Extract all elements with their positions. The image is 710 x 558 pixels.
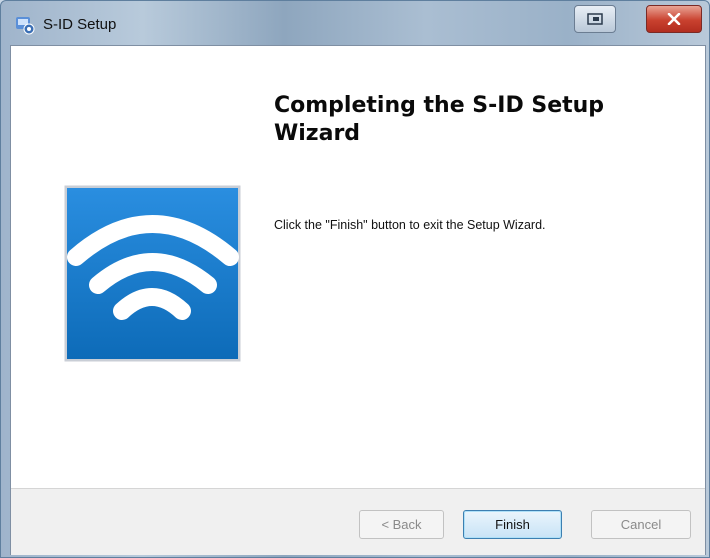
close-button[interactable]: [646, 5, 702, 33]
setup-window: S-ID Setup Completing the S-ID Setup Wiz…: [0, 0, 710, 558]
window-title: S-ID Setup: [43, 16, 117, 33]
wizard-content: Completing the S-ID Setup Wizard Click t…: [10, 45, 706, 555]
title-bar[interactable]: S-ID Setup: [1, 1, 709, 45]
restore-button[interactable]: [574, 5, 616, 33]
page-title: Completing the S-ID Setup Wizard: [274, 93, 605, 146]
button-bar: < Back Finish Cancel: [11, 488, 705, 555]
installer-app-icon: [15, 15, 35, 35]
back-button[interactable]: < Back: [359, 510, 444, 539]
instruction-text: Click the "Finish" button to exit the Se…: [274, 218, 546, 232]
wifi-signal-icon: [64, 185, 241, 362]
cancel-button[interactable]: Cancel: [591, 510, 691, 539]
finish-button[interactable]: Finish: [463, 510, 562, 539]
